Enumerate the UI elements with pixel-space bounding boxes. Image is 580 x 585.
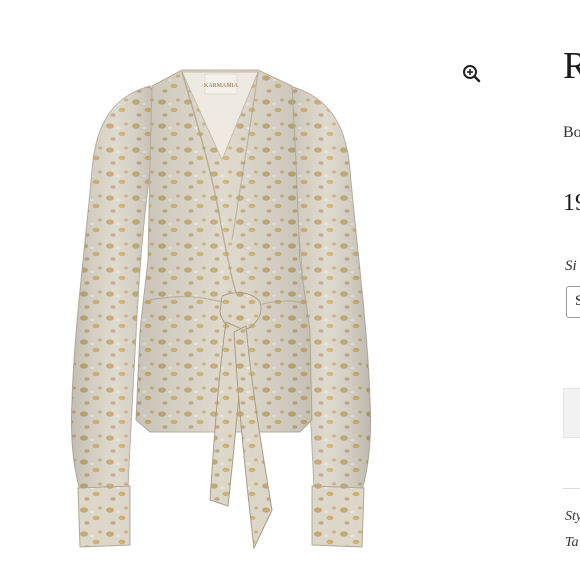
size-label: Si — [565, 258, 577, 274]
zoom-button[interactable] — [460, 62, 484, 86]
blouse-illustration: KARMAMIA — [70, 69, 372, 550]
product-title: R — [563, 45, 580, 87]
product-image[interactable]: KARMAMIA — [0, 0, 440, 580]
size-select[interactable]: S — [566, 286, 580, 318]
divider — [563, 488, 580, 489]
zoom-in-icon — [463, 65, 481, 83]
add-to-cart-button[interactable] — [563, 388, 580, 438]
product-meta-tags: Ta — [565, 535, 579, 550]
product-brand[interactable]: Bo — [563, 124, 580, 142]
garment-label: KARMAMIA — [204, 83, 239, 89]
product-meta-style: Sty — [565, 509, 580, 524]
product-price: 19 — [563, 190, 580, 216]
